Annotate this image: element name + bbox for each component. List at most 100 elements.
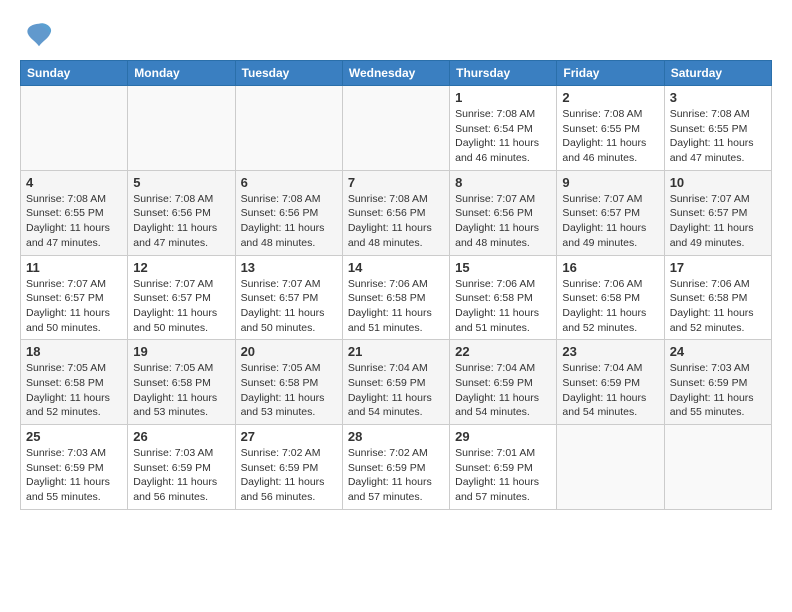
calendar-cell: 28 Sunrise: 7:02 AMSunset: 6:59 PMDayligh… — [342, 425, 449, 510]
day-number: 27 — [241, 429, 337, 444]
calendar-table: SundayMondayTuesdayWednesdayThursdayFrid… — [20, 60, 772, 510]
day-info: Sunrise: 7:03 AMSunset: 6:59 PMDaylight:… — [133, 446, 229, 505]
calendar-cell: 19Sunrise: 7:05 AMSunset: 6:58 PMDayligh… — [128, 340, 235, 425]
day-number: 3 — [670, 90, 766, 105]
day-number: 1 — [455, 90, 551, 105]
day-info: Sunrise: 7:01 AMSunset: 6:59 PMDaylight:… — [455, 446, 551, 505]
day-info: Sunrise: 7:06 AMSunset: 6:58 PMDaylight:… — [670, 277, 766, 336]
day-number: 20 — [241, 344, 337, 359]
day-info: Sunrise: 7:04 AMSunset: 6:59 PMDaylight:… — [562, 361, 658, 420]
calendar-cell: 17 Sunrise: 7:06 AMSunset: 6:58 PMDayligh… — [664, 255, 771, 340]
day-number: 18 — [26, 344, 122, 359]
calendar-cell — [21, 86, 128, 171]
day-info: Sunrise: 7:06 AMSunset: 6:58 PMDaylight:… — [562, 277, 658, 336]
calendar-cell: 3 Sunrise: 7:08 AMSunset: 6:55 PMDaylight… — [664, 86, 771, 171]
day-info: Sunrise: 7:06 AMSunset: 6:58 PMDaylight:… — [455, 277, 551, 336]
calendar-cell: 1 Sunrise: 7:08 AMSunset: 6:54 PMDaylight… — [450, 86, 557, 171]
day-info: Sunrise: 7:08 AMSunset: 6:56 PMDaylight:… — [348, 192, 444, 251]
calendar-cell: 18Sunrise: 7:05 AMSunset: 6:58 PMDayligh… — [21, 340, 128, 425]
day-info: Sunrise: 7:08 AMSunset: 6:54 PMDaylight:… — [455, 107, 551, 166]
calendar-cell: 22 Sunrise: 7:04 AMSunset: 6:59 PMDayligh… — [450, 340, 557, 425]
day-number: 5 — [133, 175, 229, 190]
calendar-cell: 24 Sunrise: 7:03 AMSunset: 6:59 PMDayligh… — [664, 340, 771, 425]
calendar-cell — [128, 86, 235, 171]
calendar-cell — [342, 86, 449, 171]
day-number: 17 — [670, 260, 766, 275]
weekday-header-row: SundayMondayTuesdayWednesdayThursdayFrid… — [21, 61, 772, 86]
weekday-header-sunday: Sunday — [21, 61, 128, 86]
logo-bird-icon — [24, 20, 54, 50]
day-info: Sunrise: 7:03 AMSunset: 6:59 PMDaylight:… — [670, 361, 766, 420]
calendar-week-row: 1 Sunrise: 7:08 AMSunset: 6:54 PMDaylight… — [21, 86, 772, 171]
calendar-cell: 11Sunrise: 7:07 AMSunset: 6:57 PMDayligh… — [21, 255, 128, 340]
day-info: Sunrise: 7:04 AMSunset: 6:59 PMDaylight:… — [455, 361, 551, 420]
calendar-cell: 16 Sunrise: 7:06 AMSunset: 6:58 PMDayligh… — [557, 255, 664, 340]
calendar-cell: 12 Sunrise: 7:07 AMSunset: 6:57 PMDayligh… — [128, 255, 235, 340]
calendar-cell: 10 Sunrise: 7:07 AMSunset: 6:57 PMDayligh… — [664, 170, 771, 255]
day-number: 2 — [562, 90, 658, 105]
calendar-cell: 9 Sunrise: 7:07 AMSunset: 6:57 PMDaylight… — [557, 170, 664, 255]
calendar-week-row: 18 Sunrise: 7:05 AMSunset: 6:58 PMDayligh… — [21, 340, 772, 425]
calendar-cell: 25 Sunrise: 7:03 AMSunset: 6:59 PMDayligh… — [21, 425, 128, 510]
calendar-week-row: 11 Sunrise: 7:07 AMSunset: 6:57 PMDayligh… — [21, 255, 772, 340]
weekday-header-monday: Monday — [128, 61, 235, 86]
calendar-cell — [235, 86, 342, 171]
calendar-cell — [557, 425, 664, 510]
day-info: Sunrise: 7:08 AMSunset: 6:55 PMDaylight:… — [26, 192, 122, 251]
day-info: Sunrise: 7:07 AMSunset: 6:57 PMDaylight:… — [562, 192, 658, 251]
day-info: Sunrise: 7:08 AMSunset: 6:55 PMDaylight:… — [670, 107, 766, 166]
calendar-cell: 8 Sunrise: 7:07 AMSunset: 6:56 PMDaylight… — [450, 170, 557, 255]
calendar-header: SundayMondayTuesdayWednesdayThursdayFrid… — [21, 61, 772, 86]
day-number: 11 — [26, 260, 122, 275]
day-info: Sunrise: 7:02 AMSunset: 6:59 PMDaylight:… — [348, 446, 444, 505]
day-number: 10 — [670, 175, 766, 190]
day-number: 13 — [241, 260, 337, 275]
day-info: Sunrise: 7:08 AMSunset: 6:56 PMDaylight:… — [133, 192, 229, 251]
day-info: Sunrise: 7:04 AMSunset: 6:59 PMDaylight:… — [348, 361, 444, 420]
day-number: 29 — [455, 429, 551, 444]
day-info: Sunrise: 7:05 AMSunset: 6:58 PMDaylight:… — [241, 361, 337, 420]
weekday-header-wednesday: Wednesday — [342, 61, 449, 86]
calendar-cell: 27 Sunrise: 7:02 AMSunset: 6:59 PMDayligh… — [235, 425, 342, 510]
day-number: 4 — [26, 175, 122, 190]
day-number: 14 — [348, 260, 444, 275]
calendar-cell: 2 Sunrise: 7:08 AMSunset: 6:55 PMDaylight… — [557, 86, 664, 171]
day-info: Sunrise: 7:08 AMSunset: 6:56 PMDaylight:… — [241, 192, 337, 251]
weekday-header-saturday: Saturday — [664, 61, 771, 86]
calendar-cell: 13 Sunrise: 7:07 AMSunset: 6:57 PMDayligh… — [235, 255, 342, 340]
day-number: 6 — [241, 175, 337, 190]
day-number: 8 — [455, 175, 551, 190]
calendar-cell: 7 Sunrise: 7:08 AMSunset: 6:56 PMDaylight… — [342, 170, 449, 255]
day-number: 21 — [348, 344, 444, 359]
day-info: Sunrise: 7:02 AMSunset: 6:59 PMDaylight:… — [241, 446, 337, 505]
day-number: 23 — [562, 344, 658, 359]
day-info: Sunrise: 7:03 AMSunset: 6:59 PMDaylight:… — [26, 446, 122, 505]
day-number: 7 — [348, 175, 444, 190]
day-number: 12 — [133, 260, 229, 275]
logo — [20, 20, 54, 50]
day-info: Sunrise: 7:07 AMSunset: 6:56 PMDaylight:… — [455, 192, 551, 251]
day-number: 9 — [562, 175, 658, 190]
calendar-cell: 4 Sunrise: 7:08 AMSunset: 6:55 PMDaylight… — [21, 170, 128, 255]
day-number: 16 — [562, 260, 658, 275]
day-number: 24 — [670, 344, 766, 359]
day-info: Sunrise: 7:07 AMSunset: 6:57 PMDaylight:… — [133, 277, 229, 336]
weekday-header-thursday: Thursday — [450, 61, 557, 86]
day-number: 28 — [348, 429, 444, 444]
weekday-header-tuesday: Tuesday — [235, 61, 342, 86]
calendar-cell — [664, 425, 771, 510]
day-number: 26 — [133, 429, 229, 444]
day-info: Sunrise: 7:07 AMSunset: 6:57 PMDaylight:… — [670, 192, 766, 251]
day-number: 25 — [26, 429, 122, 444]
calendar-cell: 29 Sunrise: 7:01 AMSunset: 6:59 PMDayligh… — [450, 425, 557, 510]
calendar-week-row: 4 Sunrise: 7:08 AMSunset: 6:55 PMDaylight… — [21, 170, 772, 255]
calendar-week-row: 25 Sunrise: 7:03 AMSunset: 6:59 PMDayligh… — [21, 425, 772, 510]
day-number: 19 — [133, 344, 229, 359]
calendar-cell: 26 Sunrise: 7:03 AMSunset: 6:59 PMDayligh… — [128, 425, 235, 510]
calendar-cell: 20 Sunrise: 7:05 AMSunset: 6:58 PMDayligh… — [235, 340, 342, 425]
day-info: Sunrise: 7:08 AMSunset: 6:55 PMDaylight:… — [562, 107, 658, 166]
day-info: Sunrise: 7:07 AMSunset: 6:57 PMDaylight:… — [241, 277, 337, 336]
day-number: 22 — [455, 344, 551, 359]
calendar-body: 1 Sunrise: 7:08 AMSunset: 6:54 PMDaylight… — [21, 86, 772, 510]
calendar-cell: 5 Sunrise: 7:08 AMSunset: 6:56 PMDaylight… — [128, 170, 235, 255]
